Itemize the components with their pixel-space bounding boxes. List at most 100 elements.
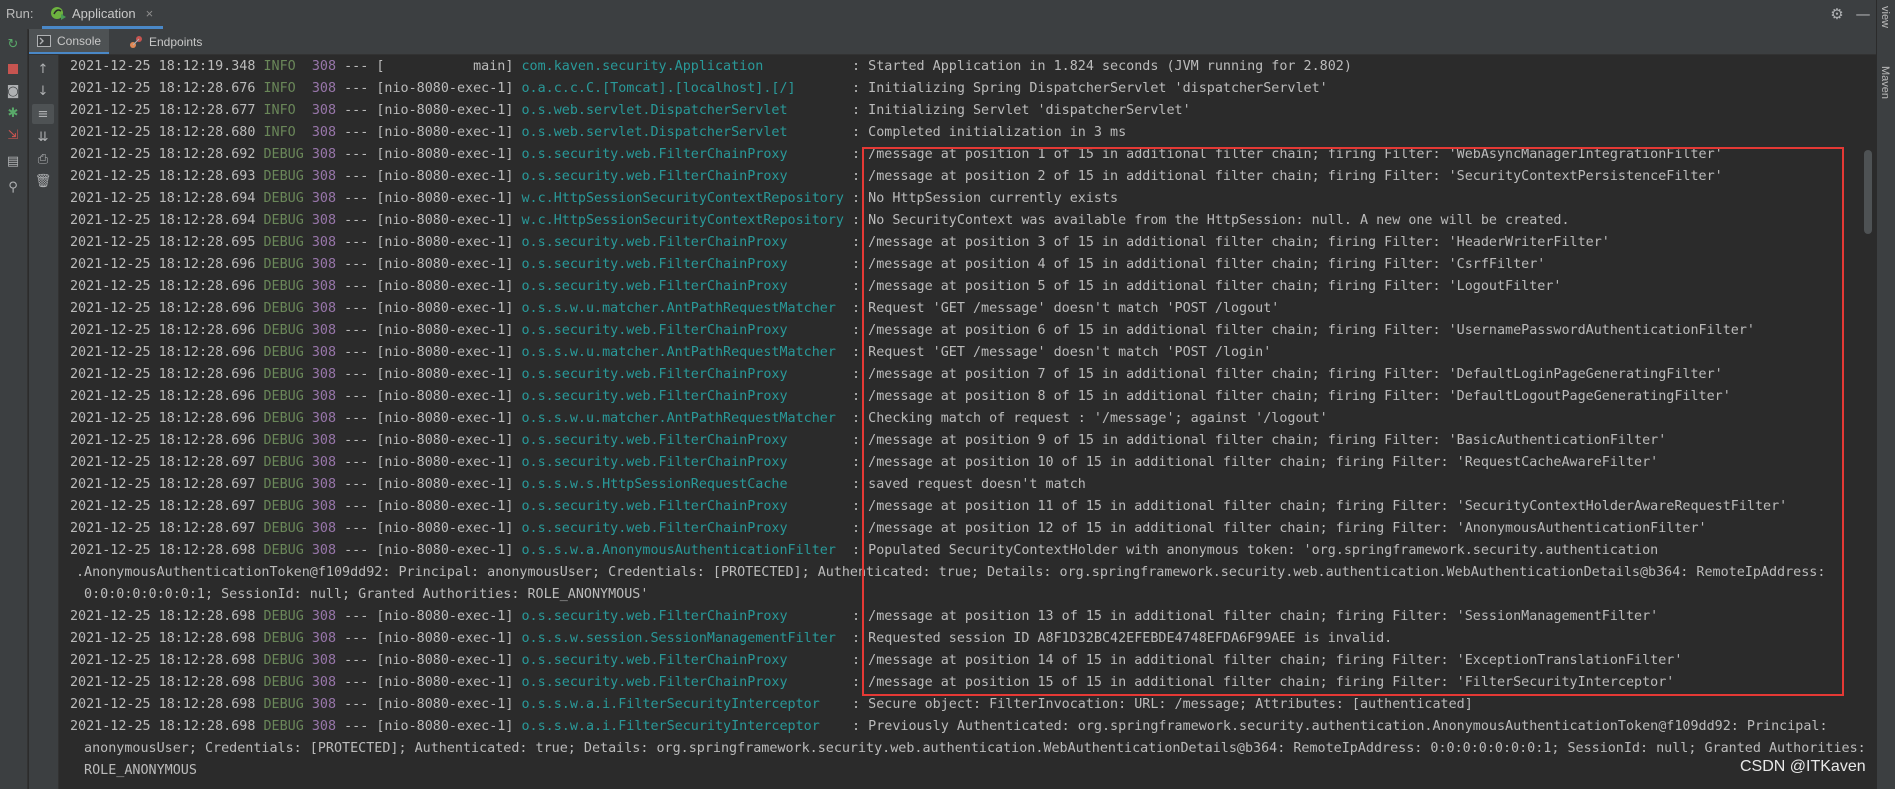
log-line: 2021-12-25 18:12:28.693 DEBUG 308 --- [n… [70,169,1723,191]
vertical-scrollbar[interactable] [1864,150,1872,234]
log-timestamp: 2021-12-25 18:12:28.698 [70,653,256,668]
log-pid: 308 [303,191,337,206]
camera-icon[interactable]: ◙ [2,81,24,101]
log-thread: --- [nio-8080-exec-1] [336,675,522,690]
log-pid: 308 [303,213,337,228]
log-timestamp: 2021-12-25 18:12:28.698 [70,543,256,558]
soft-wrap-icon[interactable]: ≡ [32,104,54,124]
close-icon[interactable]: × [146,6,154,21]
export-icon[interactable]: ⇲ [2,125,24,145]
log-line: 2021-12-25 18:12:28.696 DEBUG 308 --- [n… [70,433,1666,455]
log-line: 2021-12-25 18:12:28.698 DEBUG 308 --- [n… [70,543,1658,565]
log-message: : Populated SecurityContextHolder with a… [843,543,1659,558]
log-logger: o.s.security.web.FilterChainProxy [521,169,844,184]
tab-endpoints[interactable]: Endpoints [123,29,208,54]
log-thread: --- [nio-8080-exec-1] [336,257,522,272]
arrow-up-icon[interactable]: ↑ [32,59,54,79]
log-timestamp: 2021-12-25 18:12:28.697 [70,455,256,470]
log-logger: o.s.web.servlet.DispatcherServlet [521,125,844,140]
minimize-icon[interactable]: — [1855,5,1871,23]
log-timestamp: 2021-12-25 18:12:28.696 [70,301,256,316]
log-level: DEBUG [255,675,304,690]
log-level: DEBUG [255,169,304,184]
log-timestamp: 2021-12-25 18:12:28.696 [70,367,256,382]
log-level: DEBUG [255,477,304,492]
maven-strip-label[interactable]: Maven [1879,66,1891,99]
tab-endpoints-label: Endpoints [149,34,203,49]
log-logger: o.s.s.w.a.i.FilterSecurityInterceptor [521,719,844,734]
log-message: : /message at position 5 of 15 in additi… [843,279,1562,294]
log-logger: o.s.s.w.s.HttpSessionRequestCache [521,477,844,492]
log-timestamp: 2021-12-25 18:12:28.696 [70,257,256,272]
log-level: INFO [255,59,304,74]
log-logger: w.c.HttpSessionSecurityContextRepository [521,191,844,206]
log-pid: 308 [303,477,337,492]
log-logger: o.s.security.web.FilterChainProxy [521,323,844,338]
log-thread: --- [nio-8080-exec-1] [336,697,522,712]
log-line: 2021-12-25 18:12:28.698 DEBUG 308 --- [n… [70,653,1682,675]
log-level: DEBUG [255,697,304,712]
trash-icon[interactable]: 🗑 [32,171,54,191]
log-line: 2021-12-25 18:12:28.696 DEBUG 308 --- [n… [70,411,1328,433]
log-thread: --- [nio-8080-exec-1] [336,213,522,228]
log-logger: o.s.security.web.FilterChainProxy [521,675,844,690]
log-timestamp: 2021-12-25 18:12:28.698 [70,631,256,646]
log-message: : Initializing Spring DispatcherServlet … [843,81,1328,96]
rerun-icon[interactable]: ↻ [2,34,24,54]
log-thread: --- [nio-8080-exec-1] [336,103,522,118]
log-line: 2021-12-25 18:12:28.695 DEBUG 308 --- [n… [70,235,1610,257]
log-timestamp: 2021-12-25 18:12:28.696 [70,433,256,448]
log-message: 0:0:0:0:0:0:0:1; SessionId: null; Grante… [76,587,649,602]
log-line: 2021-12-25 18:12:28.694 DEBUG 308 --- [n… [70,191,1118,213]
log-thread: --- [nio-8080-exec-1] [336,631,522,646]
log-thread: --- [nio-8080-exec-1] [336,521,522,536]
debug-icon[interactable]: ✱ [2,103,24,123]
log-logger: o.s.s.w.u.matcher.AntPathRequestMatcher [521,345,844,360]
log-timestamp: 2021-12-25 18:12:28.695 [70,235,256,250]
log-thread: --- [nio-8080-exec-1] [336,499,522,514]
log-level: DEBUG [255,609,304,624]
log-line: 2021-12-25 18:12:28.696 DEBUG 308 --- [n… [70,323,1755,345]
gear-icon[interactable]: ⚙ [1828,5,1846,23]
log-message: : /message at position 2 of 15 in additi… [843,169,1723,184]
log-message: : /message at position 13 of 15 in addit… [843,609,1659,624]
log-message: : Request 'GET /message' doesn't match '… [843,301,1280,316]
console-icon [37,34,51,47]
log-logger: o.s.security.web.FilterChainProxy [521,235,844,250]
view-strip-label[interactable]: view [1879,6,1891,28]
stop-icon[interactable] [2,59,24,79]
log-pid: 308 [303,697,337,712]
print-icon[interactable]: ⎙ [32,149,54,169]
console-toolbar: ↑ ↓ ≡ ⇊ ⎙ 🗑 [29,55,59,789]
log-timestamp: 2021-12-25 18:12:28.696 [70,345,256,360]
log-logger: o.s.s.w.u.matcher.AntPathRequestMatcher [521,301,844,316]
log-level: DEBUG [255,653,304,668]
log-message: .AnonymousAuthenticationToken@f109dd92: … [76,565,1826,580]
tab-application-label: Application [72,5,136,21]
log-level: DEBUG [255,521,304,536]
log-line: 2021-12-25 18:12:28.692 DEBUG 308 --- [n… [70,147,1723,169]
arrow-down-icon[interactable]: ↓ [32,81,54,101]
log-level: DEBUG [255,631,304,646]
scroll-to-end-icon[interactable]: ⇊ [32,127,54,147]
log-level: DEBUG [255,455,304,470]
log-message: : /message at position 4 of 15 in additi… [843,257,1546,272]
console-output[interactable]: 2021-12-25 18:12:19.348 INFO 308 --- [ m… [59,55,1876,789]
log-level: DEBUG [255,367,304,382]
log-timestamp: 2021-12-25 18:12:28.696 [70,323,256,338]
tab-application[interactable]: Application × [42,0,164,29]
log-pid: 308 [303,235,337,250]
log-thread: --- [ main] [336,59,522,74]
log-thread: --- [nio-8080-exec-1] [336,477,522,492]
tab-console[interactable]: Console [29,29,110,54]
spring-run-icon [51,7,66,20]
log-message: : /message at position 7 of 15 in additi… [843,367,1723,382]
run-label: Run: [6,6,34,21]
pin-icon[interactable]: ⚲ [2,177,24,197]
log-thread: --- [nio-8080-exec-1] [336,169,522,184]
log-thread: --- [nio-8080-exec-1] [336,411,522,426]
log-line: 2021-12-25 18:12:28.696 DEBUG 308 --- [n… [70,345,1271,367]
log-logger: o.a.c.c.C.[Tomcat].[localhost].[/] [521,81,844,96]
layout-icon[interactable]: ▤ [2,151,24,171]
log-timestamp: 2021-12-25 18:12:28.698 [70,719,256,734]
